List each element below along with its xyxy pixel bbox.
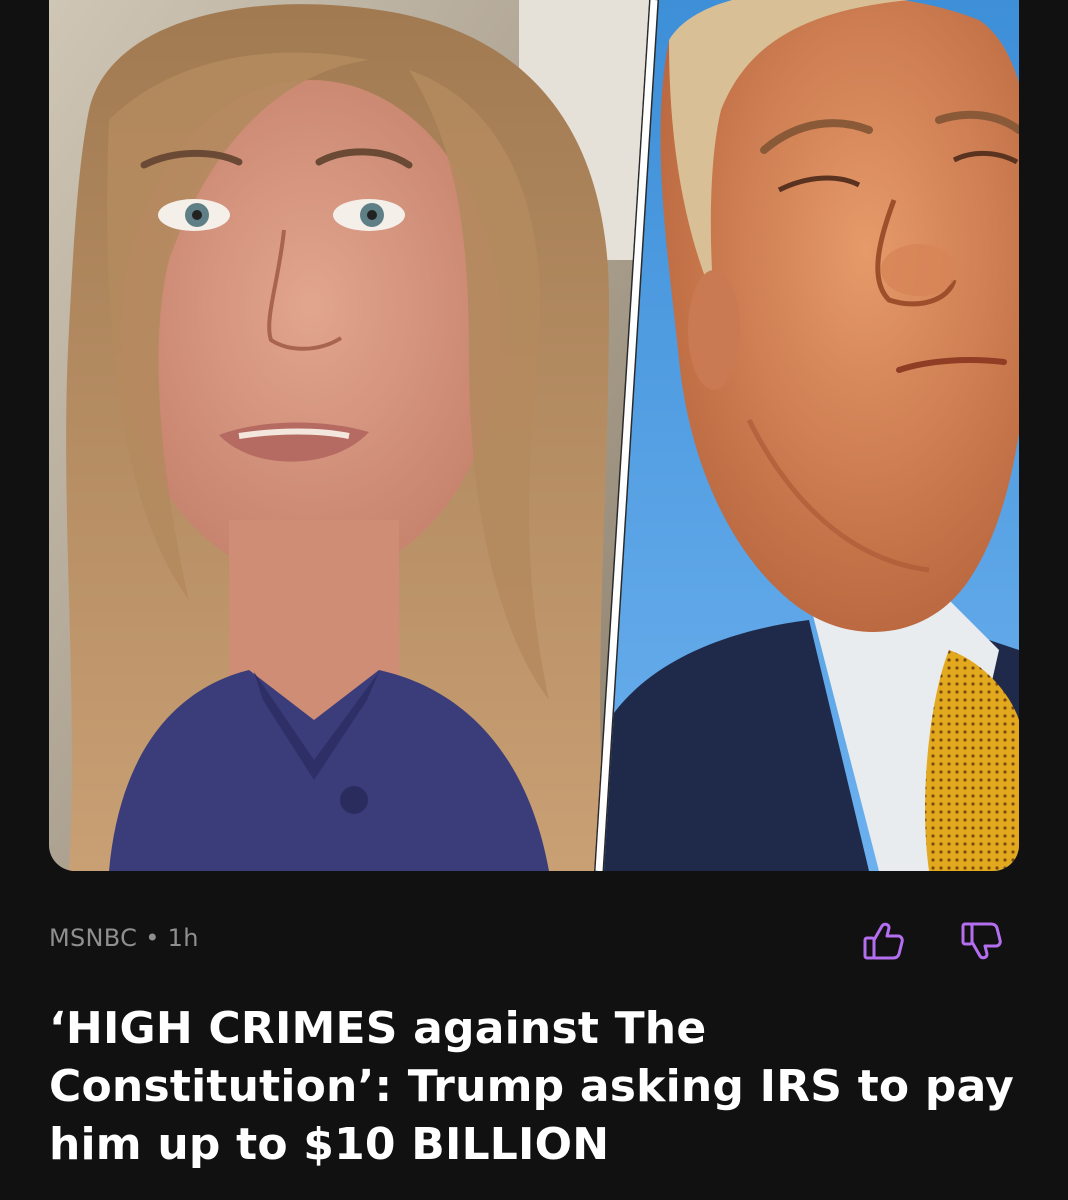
- article-meta-row: MSNBC • 1h: [49, 918, 1019, 962]
- article-thumbnail[interactable]: [49, 0, 1019, 871]
- meta-separator: •: [145, 924, 160, 952]
- source-name: MSNBC: [49, 924, 138, 952]
- news-card[interactable]: MSNBC • 1h ‘HIGH CRIMES against The Consti…: [0, 0, 1068, 1200]
- thumbs-down-icon: [961, 922, 1002, 960]
- thumbs-up-button[interactable]: [861, 918, 907, 964]
- article-headline[interactable]: ‘HIGH CRIMES against The Constitution’: …: [49, 1000, 1029, 1174]
- article-age: 1h: [167, 924, 199, 952]
- thumbs-up-icon: [863, 922, 904, 960]
- thumbs-down-button[interactable]: [959, 918, 1005, 964]
- article-source-line: MSNBC • 1h: [49, 924, 199, 952]
- split-portrait-image: [49, 0, 1019, 871]
